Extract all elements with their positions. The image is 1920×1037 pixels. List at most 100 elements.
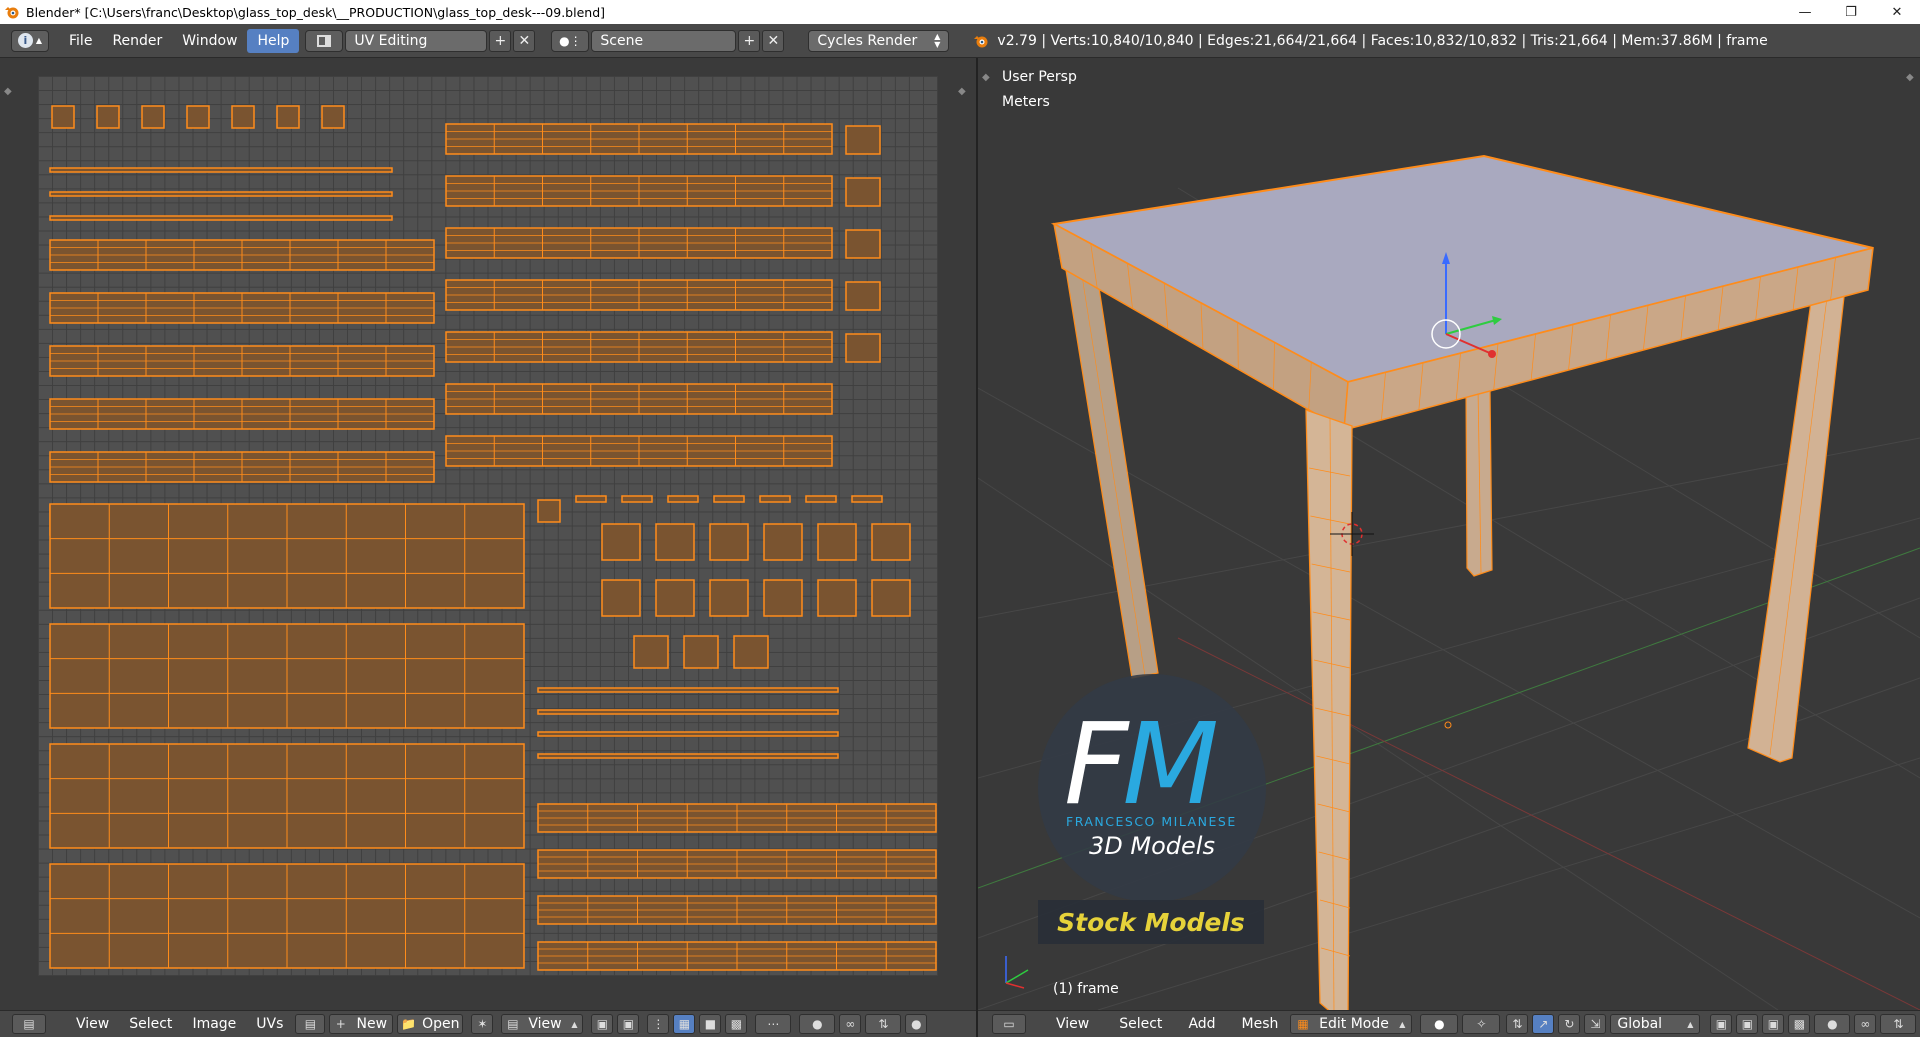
minimize-icon[interactable]: — <box>1782 0 1828 24</box>
uv-square[interactable] <box>321 105 345 129</box>
manipulator-icon[interactable]: ⇅ <box>1506 1014 1529 1034</box>
sticky-selection-icon[interactable]: ⋯ <box>755 1014 792 1034</box>
uv-image-editor[interactable]: ◆ ◆ <box>0 58 976 1010</box>
uv-grid-island[interactable] <box>655 579 695 617</box>
pin-icon[interactable]: ✶ <box>471 1014 494 1034</box>
proportional-edit-icon[interactable]: ∞ <box>839 1014 862 1034</box>
scene-browse-button[interactable]: ●⋮ <box>551 29 590 52</box>
menu-file[interactable]: File <box>59 29 102 53</box>
remove-screen-icon[interactable]: ✕ <box>513 29 536 52</box>
uv-grid-island[interactable] <box>709 579 749 617</box>
vertex-select-icon[interactable]: ⋮ <box>647 1014 670 1034</box>
uv-grid-island[interactable] <box>655 523 695 561</box>
uv-square[interactable] <box>231 105 255 129</box>
region-toggle-icon[interactable]: ◆ <box>1906 72 1914 83</box>
uv-thin-bar[interactable] <box>575 495 607 503</box>
rotate-icon[interactable]: ↻ <box>1558 1014 1581 1034</box>
vp-menu-add[interactable]: Add <box>1178 1016 1225 1032</box>
translate-icon[interactable]: ↗ <box>1532 1014 1555 1034</box>
scene-field[interactable]: Scene <box>591 29 737 52</box>
add-screen-icon[interactable]: + <box>489 29 512 52</box>
menu-window[interactable]: Window <box>172 29 247 53</box>
uv-layer-icon[interactable]: ● <box>905 1014 928 1034</box>
uv-menu-image[interactable]: Image <box>182 1016 246 1032</box>
sync-selection-icon[interactable]: ▣ <box>591 1014 614 1034</box>
uv-thin-bar[interactable] <box>851 495 883 503</box>
uv-thin-bar[interactable] <box>621 495 653 503</box>
uv-small-island[interactable] <box>845 125 881 155</box>
uv-menu-select[interactable]: Select <box>119 1016 182 1032</box>
proportional-edit-dropdown[interactable]: ● <box>1814 1014 1851 1034</box>
table-leg-front[interactable] <box>1305 409 1353 1010</box>
region-toggle-icon[interactable]: ◆ <box>4 86 12 97</box>
uv-thin-bar[interactable] <box>49 167 393 173</box>
uv-small-island[interactable] <box>845 333 881 363</box>
uv-thin-bar[interactable] <box>713 495 745 503</box>
uv-thin-bar[interactable] <box>759 495 791 503</box>
open-image-button[interactable]: 📁 Open <box>397 1014 464 1034</box>
uv-thin-bar[interactable] <box>537 753 839 759</box>
snap-element-icon[interactable]: ⇅ <box>1880 1014 1917 1034</box>
viewport-shading-dropdown[interactable]: ● <box>1420 1014 1459 1034</box>
uv-grid-island[interactable] <box>683 635 719 669</box>
image-browse-button[interactable]: ▤ <box>295 1014 326 1034</box>
uv-grid-island[interactable] <box>601 579 641 617</box>
uv-grid[interactable] <box>38 76 938 976</box>
menu-render[interactable]: Render <box>102 29 172 53</box>
uv-grid-island[interactable] <box>763 523 803 561</box>
vertex-select-mode-icon[interactable]: ▣ <box>1710 1014 1733 1034</box>
vp-menu-view[interactable]: View <box>1046 1016 1099 1032</box>
edge-select-mode-icon[interactable]: ▣ <box>1736 1014 1759 1034</box>
uv-grid-island[interactable] <box>871 579 911 617</box>
island-select-icon[interactable]: ▩ <box>725 1014 748 1034</box>
uv-islands[interactable] <box>38 76 938 976</box>
table-leg-back[interactable] <box>1465 387 1493 577</box>
uv-thin-bar[interactable] <box>49 215 393 221</box>
mode-dropdown[interactable]: ▦ Edit Mode ▲ <box>1290 1014 1413 1034</box>
uv-thin-bar[interactable] <box>667 495 699 503</box>
uv-square[interactable] <box>51 105 75 129</box>
menu-help[interactable]: Help <box>247 28 300 53</box>
editor-type-info-button[interactable]: i ▲ <box>11 29 49 52</box>
vp-menu-select[interactable]: Select <box>1109 1016 1172 1032</box>
uv-square[interactable] <box>96 105 120 129</box>
pivot-dropdown[interactable]: ✧ <box>1462 1014 1501 1034</box>
uv-grid-island[interactable] <box>763 579 803 617</box>
uv-thin-bar[interactable] <box>537 709 839 715</box>
view-mode-dropdown[interactable]: ▤ View ▲ <box>501 1014 584 1034</box>
uv-square[interactable] <box>537 499 561 523</box>
edge-select-icon[interactable]: ▦ <box>673 1014 696 1034</box>
restore-icon[interactable]: ❐ <box>1828 0 1874 24</box>
vp-menu-mesh[interactable]: Mesh <box>1232 1016 1289 1032</box>
uv-grid-island[interactable] <box>709 523 749 561</box>
add-scene-icon[interactable]: + <box>738 29 761 52</box>
uv-grid-island[interactable] <box>733 635 769 669</box>
snap-toggle-icon[interactable]: ∞ <box>1854 1014 1877 1034</box>
uv-square[interactable] <box>141 105 165 129</box>
uv-square[interactable] <box>186 105 210 129</box>
screen-layout-browse-button[interactable] <box>305 29 344 52</box>
uv-thin-bar[interactable] <box>49 191 393 197</box>
scale-icon[interactable]: ⇲ <box>1584 1014 1607 1034</box>
close-icon[interactable]: ✕ <box>1874 0 1920 24</box>
uv-grid-island[interactable] <box>601 523 641 561</box>
uv-small-island[interactable] <box>845 281 881 311</box>
uv-small-island[interactable] <box>845 229 881 259</box>
occlude-geometry-icon[interactable]: ▩ <box>1788 1014 1811 1034</box>
orientation-dropdown[interactable]: Global ▲ <box>1610 1014 1701 1034</box>
editor-type-image-button[interactable]: ▤ <box>12 1014 46 1034</box>
uv-grid-island[interactable] <box>817 523 857 561</box>
pivot-point-icon[interactable]: ● <box>799 1014 836 1034</box>
screen-layout-field[interactable]: UV Editing <box>345 29 488 52</box>
face-select-icon[interactable]: ■ <box>699 1014 722 1034</box>
uv-small-island[interactable] <box>845 177 881 207</box>
uv-thin-bar[interactable] <box>537 731 839 737</box>
uv-grid-island[interactable] <box>633 635 669 669</box>
uv-menu-view[interactable]: View <box>66 1016 119 1032</box>
uv-sync-icon[interactable]: ▣ <box>617 1014 640 1034</box>
region-toggle-icon[interactable]: ◆ <box>958 86 966 97</box>
editor-type-3d-button[interactable]: ▭ <box>992 1014 1026 1034</box>
uv-menu-uvs[interactable]: UVs <box>246 1016 293 1032</box>
uv-grid-island[interactable] <box>817 579 857 617</box>
uv-grid-island[interactable] <box>871 523 911 561</box>
